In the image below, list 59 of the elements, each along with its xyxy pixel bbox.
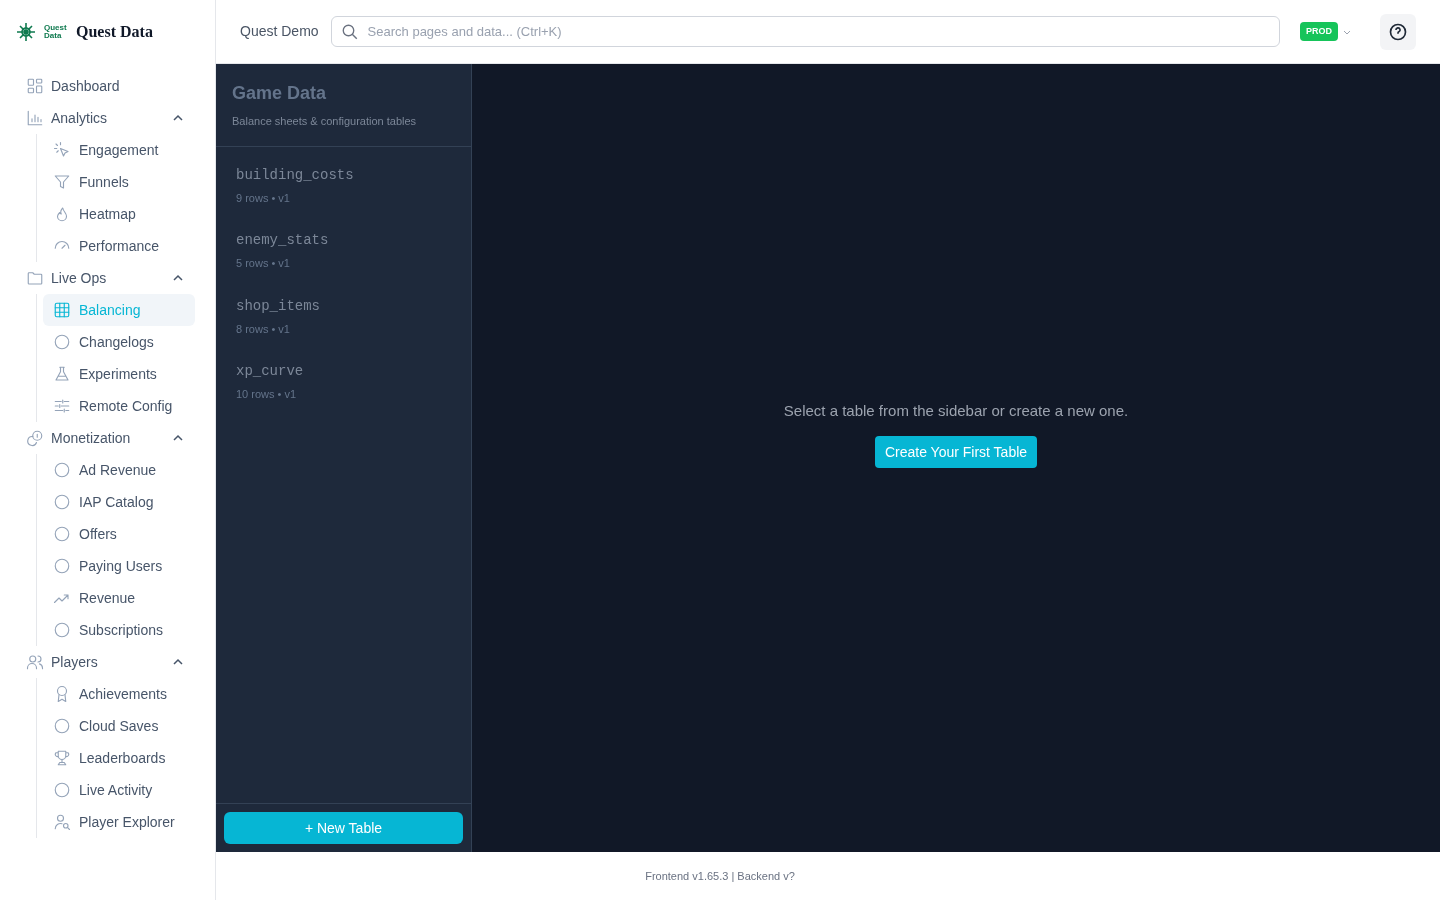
bar-chart-icon	[26, 109, 44, 127]
nav-item[interactable]: Paying Users	[43, 550, 195, 582]
nav-item[interactable]: Heatmap	[43, 198, 195, 230]
coins-icon	[26, 429, 44, 447]
table-item[interactable]: xp_curve 10 rows • v1	[236, 361, 451, 403]
table-item[interactable]: building_costs 9 rows • v1	[236, 164, 451, 206]
nav-item[interactable]: Revenue	[43, 582, 195, 614]
table-item[interactable]: shop_items 8 rows • v1	[236, 295, 451, 337]
logo-text: Quest Data	[44, 24, 68, 40]
folder-icon	[26, 269, 44, 287]
nav-item[interactable]: Engagement	[43, 134, 195, 166]
nav-item[interactable]: Ad Revenue	[43, 454, 195, 486]
nav-item[interactable]: Offers	[43, 518, 195, 550]
nav-group[interactable]: Live Ops	[20, 262, 195, 294]
nav-item[interactable]: Experiments	[43, 358, 195, 390]
panel-title: Game Data	[232, 82, 328, 105]
nav-item[interactable]: IAP Catalog	[43, 486, 195, 518]
circle-icon	[53, 525, 71, 543]
users-icon	[26, 653, 44, 671]
table-item[interactable]: enemy_stats 5 rows • v1	[236, 230, 451, 272]
help-button[interactable]	[1380, 13, 1416, 50]
circle-icon	[53, 493, 71, 511]
table-icon	[53, 301, 71, 319]
nav-item[interactable]: Funnels	[43, 166, 195, 198]
empty-state-message: Select a table from the sidebar or create a new one.	[783, 400, 1129, 421]
circle-icon	[53, 557, 71, 575]
click-icon	[53, 141, 71, 159]
nav-item[interactable]: Subscriptions	[43, 614, 195, 646]
brand-name: Quest Data	[76, 22, 153, 42]
flask-icon	[53, 365, 71, 383]
circle-icon	[53, 461, 71, 479]
sliders-icon	[53, 397, 71, 415]
grid-icon	[26, 77, 44, 95]
search-icon	[340, 22, 359, 41]
nav-item[interactable]: Player Explorer	[43, 806, 195, 838]
search-field[interactable]: Search pages and data... (Ctrl+K)	[330, 16, 1280, 47]
nav-item[interactable]: Live Activity	[43, 774, 195, 806]
version-text: Frontend v1.65.3 | Backend v?	[645, 868, 795, 884]
trophy-icon	[53, 749, 71, 767]
nav-item[interactable]: Performance	[43, 230, 195, 262]
logo-icon	[16, 22, 36, 42]
help-icon	[1388, 21, 1408, 42]
project-name: Quest Demo	[240, 22, 319, 41]
nav-group[interactable]: Analytics	[20, 102, 195, 134]
nav-item[interactable]: Leaderboards	[43, 742, 195, 774]
user-search-icon	[53, 813, 71, 831]
circle-icon	[53, 621, 71, 639]
circle-icon	[53, 717, 71, 735]
nav-group[interactable]: Monetization	[20, 422, 195, 454]
circle-icon	[53, 781, 71, 799]
nav-item[interactable]: Changelogs	[43, 326, 195, 358]
nav-item[interactable]: Remote Config	[43, 390, 195, 422]
nav-item[interactable]: Achievements	[43, 678, 195, 710]
funnel-icon	[53, 173, 71, 191]
nav-item[interactable]: Cloud Saves	[43, 710, 195, 742]
nav-group[interactable]: Players	[20, 646, 195, 678]
panel-subtitle: Balance sheets & configuration tables	[232, 114, 418, 129]
circle-icon	[53, 333, 71, 351]
nav-group[interactable]: Dashboard	[20, 70, 195, 102]
